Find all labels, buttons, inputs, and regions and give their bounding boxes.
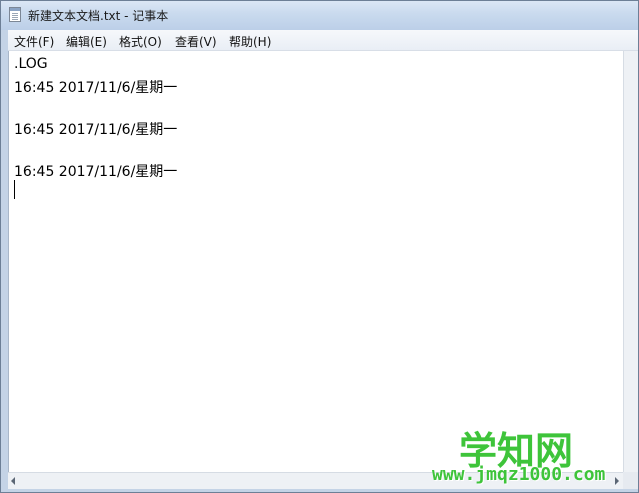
notepad-window: 新建文本文档.txt - 记事本 文件(F) 编辑(E) 格式(O) 查看(V)… [0, 0, 639, 493]
notepad-icon[interactable] [9, 7, 21, 22]
menu-file[interactable]: 文件(F) [14, 33, 54, 50]
menu-view[interactable]: 查看(V) [175, 33, 217, 50]
watermark-url: www.jmqz1000.com [432, 464, 606, 485]
text-editor-area[interactable]: .LOG 16:45 2017/11/6/星期一 16:45 2017/11/6… [8, 51, 624, 472]
text-line: 16:45 2017/11/6/星期一 [14, 80, 178, 96]
arrow-right-icon[interactable] [615, 477, 619, 485]
text-caret [14, 180, 15, 199]
text-line: 16:45 2017/11/6/星期一 [14, 164, 178, 180]
arrow-left-icon[interactable] [11, 477, 15, 485]
vertical-scrollbar[interactable] [623, 51, 638, 472]
menu-edit[interactable]: 编辑(E) [66, 33, 107, 50]
menu-format[interactable]: 格式(O) [119, 33, 162, 50]
text-line: .LOG [14, 56, 48, 72]
menu-help[interactable]: 帮助(H) [229, 33, 271, 50]
scrollbar-corner [623, 472, 638, 489]
text-line: 16:45 2017/11/6/星期一 [14, 122, 178, 138]
title-bar[interactable]: 新建文本文档.txt - 记事本 [1, 1, 638, 30]
menu-bar: 文件(F) 编辑(E) 格式(O) 查看(V) 帮助(H) [8, 30, 638, 51]
window-title: 新建文本文档.txt - 记事本 [28, 9, 169, 23]
